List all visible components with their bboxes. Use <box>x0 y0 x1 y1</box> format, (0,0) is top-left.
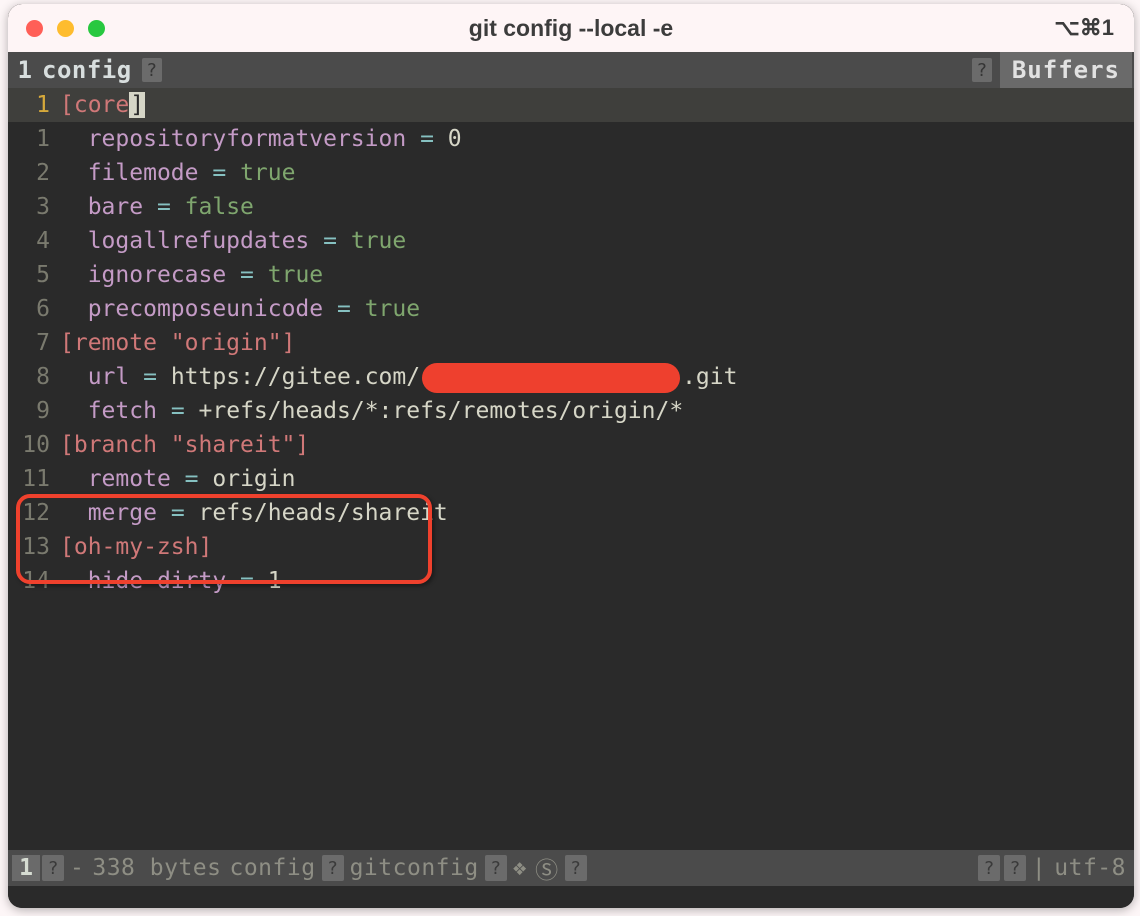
zoom-icon[interactable] <box>88 20 105 37</box>
line-gutter: 8 <box>8 360 60 394</box>
line-gutter: 6 <box>8 292 60 326</box>
code-line[interactable]: 4 logallrefupdates = true <box>8 224 1134 258</box>
redaction-block <box>422 363 680 393</box>
line-content: [remote "origin"] <box>60 326 295 360</box>
code-line[interactable]: 12 merge = refs/heads/shareit <box>8 496 1134 530</box>
status-indicator-icon: ? <box>42 855 64 881</box>
status-indicator-icon: ? <box>565 855 587 881</box>
status-diamond-icon: ❖ <box>513 855 527 881</box>
line-content: fetch = +refs/heads/*:refs/remotes/origi… <box>60 394 683 428</box>
code-line[interactable]: 13[oh-my-zsh] <box>8 530 1134 564</box>
line-content: repositoryformatversion = 0 <box>60 122 462 156</box>
status-indicator-icon: ? <box>322 855 344 881</box>
line-gutter: 12 <box>8 496 60 530</box>
status-indicator-icon: ? <box>978 855 1000 881</box>
line-gutter: 5 <box>8 258 60 292</box>
line-gutter: 1 <box>8 88 60 122</box>
code-line[interactable]: 1[core] <box>8 88 1134 122</box>
line-gutter: 7 <box>8 326 60 360</box>
line-content: hide-dirty = 1 <box>60 564 282 598</box>
window-title: git config --local -e <box>8 15 1134 42</box>
status-bytes: 338 bytes <box>92 855 221 881</box>
line-gutter: 9 <box>8 394 60 428</box>
line-content: bare = false <box>60 190 254 224</box>
line-content: logallrefupdates = true <box>60 224 406 258</box>
line-gutter: 1 <box>8 122 60 156</box>
editor-window: git config --local -e ⌥⌘1 1 config ? ? B… <box>8 4 1134 908</box>
code-line[interactable]: 7[remote "origin"] <box>8 326 1134 360</box>
code-line[interactable]: 1 repositoryformatversion = 0 <box>8 122 1134 156</box>
code-line[interactable]: 14 hide-dirty = 1 <box>8 564 1134 598</box>
line-gutter: 10 <box>8 428 60 462</box>
line-gutter: 2 <box>8 156 60 190</box>
window-shortcut: ⌥⌘1 <box>1054 15 1114 41</box>
line-content: [branch "shareit"] <box>60 428 309 462</box>
line-content: precomposeunicode = true <box>60 292 420 326</box>
tab-indicator-icon: ? <box>142 58 162 82</box>
tab-number[interactable]: 1 <box>12 56 32 84</box>
line-content: url = https://gitee.com/.git <box>60 360 737 394</box>
code-line[interactable]: 8 url = https://gitee.com/.git <box>8 360 1134 394</box>
status-bar: 1 ? - 338 bytes config ? gitconfig ? ❖ Ⓢ… <box>8 850 1134 886</box>
status-pipe: | <box>1032 855 1046 881</box>
status-filename: config <box>229 855 315 881</box>
line-gutter: 14 <box>8 564 60 598</box>
line-content: filemode = true <box>60 156 295 190</box>
status-indicator-icon: ? <box>1004 855 1026 881</box>
status-s-icon: Ⓢ <box>535 851 559 885</box>
minimize-icon[interactable] <box>57 20 74 37</box>
line-content: [core] <box>60 88 145 122</box>
status-filetype: gitconfig <box>350 855 479 881</box>
code-line[interactable]: 6 precomposeunicode = true <box>8 292 1134 326</box>
line-gutter: 4 <box>8 224 60 258</box>
code-line[interactable]: 9 fetch = +refs/heads/*:refs/remotes/ori… <box>8 394 1134 428</box>
code-line[interactable]: 11 remote = origin <box>8 462 1134 496</box>
code-line[interactable]: 2 filemode = true <box>8 156 1134 190</box>
status-indicator-icon: ? <box>485 855 507 881</box>
tab-indicator-icon: ? <box>972 58 992 82</box>
code-line[interactable]: 3 bare = false <box>8 190 1134 224</box>
titlebar: git config --local -e ⌥⌘1 <box>8 4 1134 52</box>
line-content: [oh-my-zsh] <box>60 530 212 564</box>
buffers-button[interactable]: Buffers <box>1000 52 1132 88</box>
tab-filename[interactable]: config <box>42 56 132 84</box>
line-gutter: 3 <box>8 190 60 224</box>
status-dash: - <box>70 855 84 881</box>
traffic-lights <box>26 20 105 37</box>
line-content: ignorecase = true <box>60 258 323 292</box>
code-content[interactable]: 1[core]1 repositoryformatversion = 02 fi… <box>8 88 1134 598</box>
status-line-number: 1 <box>12 855 40 881</box>
line-gutter: 13 <box>8 530 60 564</box>
code-line[interactable]: 10[branch "shareit"] <box>8 428 1134 462</box>
editor-area[interactable]: 1 config ? ? Buffers 1[core]1 repository… <box>8 52 1134 908</box>
line-content: merge = refs/heads/shareit <box>60 496 448 530</box>
code-line[interactable]: 5 ignorecase = true <box>8 258 1134 292</box>
close-icon[interactable] <box>26 20 43 37</box>
line-gutter: 11 <box>8 462 60 496</box>
line-content: remote = origin <box>60 462 295 496</box>
status-encoding: utf-8 <box>1054 855 1126 881</box>
tab-bar: 1 config ? ? Buffers <box>8 52 1134 88</box>
